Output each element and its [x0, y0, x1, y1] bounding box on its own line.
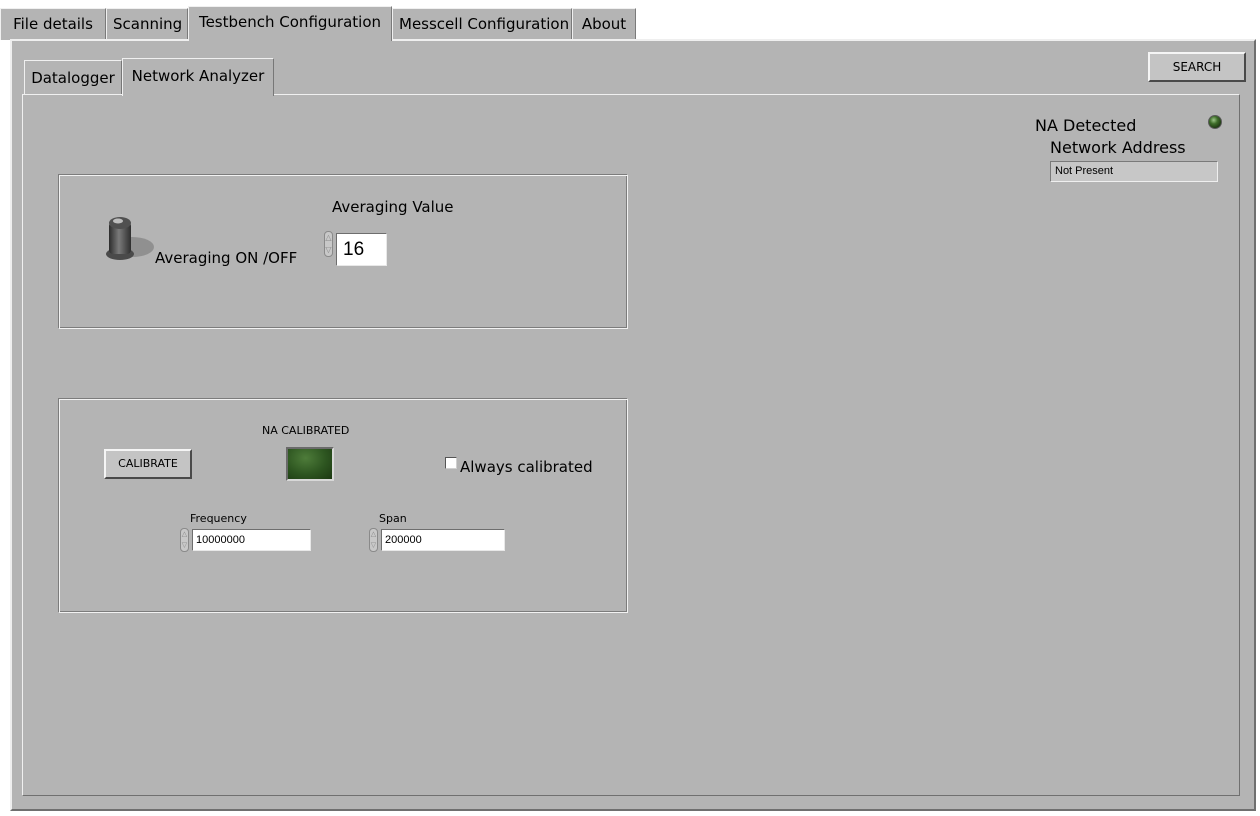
averaging-spinner-icon[interactable]: △ ▽ [324, 231, 333, 257]
tab-about[interactable]: About [572, 8, 636, 40]
averaging-toggle-label: Averaging ON /OFF [155, 249, 298, 267]
subtab-datalogger[interactable]: Datalogger [24, 60, 122, 94]
averaging-value-label: Averaging Value [332, 198, 454, 216]
na-calibrated-label: NA CALIBRATED [262, 424, 350, 437]
frequency-label: Frequency [190, 512, 247, 525]
network-address-label: Network Address [1050, 138, 1186, 157]
span-spinner-icon[interactable]: △ ▽ [369, 528, 378, 552]
na-calibrated-indicator [286, 447, 334, 481]
frequency-spinner-icon[interactable]: △ ▽ [180, 528, 189, 552]
tab-testbench-configuration[interactable]: Testbench Configuration [188, 6, 392, 41]
always-calibrated-label: Always calibrated [460, 458, 593, 476]
tab-messcell-configuration[interactable]: Messcell Configuration [392, 8, 572, 40]
frequency-input[interactable]: 10000000 [192, 529, 311, 551]
averaging-value-input[interactable]: 16 [336, 233, 387, 266]
subtab-network-analyzer[interactable]: Network Analyzer [122, 58, 274, 96]
na-detected-label: NA Detected [1035, 116, 1137, 135]
always-calibrated-checkbox[interactable] [445, 457, 457, 469]
span-input[interactable]: 200000 [381, 529, 505, 551]
span-label: Span [379, 512, 407, 525]
averaging-toggle-icon[interactable] [100, 214, 156, 266]
calibrate-button[interactable]: CALIBRATE [104, 449, 192, 479]
search-button[interactable]: SEARCH [1148, 52, 1246, 82]
network-address-display: Not Present [1050, 161, 1218, 182]
tab-file-details[interactable]: File details [0, 8, 106, 40]
na-detected-led-icon [1207, 114, 1223, 130]
tab-scanning[interactable]: Scanning [106, 8, 188, 40]
